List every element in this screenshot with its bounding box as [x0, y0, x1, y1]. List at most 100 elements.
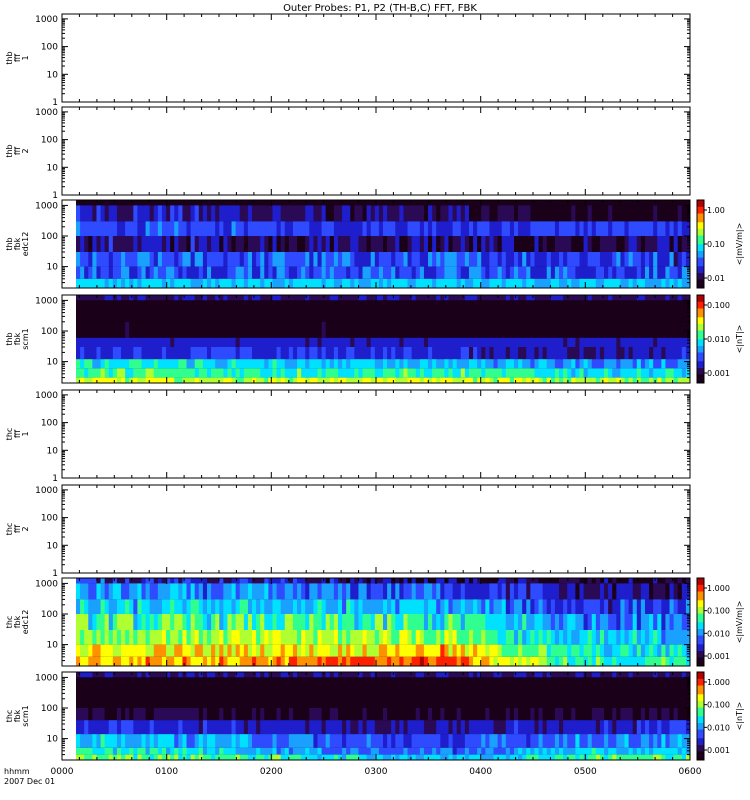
spectrogram-cell	[370, 630, 376, 645]
spectrogram-cell	[669, 321, 675, 338]
colorbar-swatch	[697, 639, 704, 643]
spectrogram-cell	[628, 377, 634, 383]
spectrogram-cell	[423, 677, 429, 708]
spectrogram-cell	[141, 672, 146, 678]
spectrogram-cell	[612, 359, 617, 369]
spectrogram-cell	[174, 614, 179, 630]
spectrogram-cell	[280, 266, 286, 279]
spectrogram-cell	[288, 578, 294, 584]
spectrogram-cell	[112, 599, 118, 614]
spectrogram-cell	[333, 708, 339, 721]
spectrogram-cell	[477, 252, 482, 267]
spectrogram-cell	[362, 578, 368, 584]
spectrogram-cell	[121, 205, 126, 222]
spectrogram-cell	[444, 599, 449, 614]
spectrogram-cell	[280, 236, 286, 252]
spectrogram-cell	[243, 644, 249, 657]
spectrogram-cell	[137, 630, 142, 645]
spectrogram-thc-fbk-edc12	[76, 578, 691, 666]
spectrogram-cell	[391, 677, 396, 708]
spectrogram-cell	[612, 266, 617, 279]
spectrogram-cell	[628, 278, 634, 288]
spectrogram-cell	[432, 720, 437, 735]
spectrogram-cell	[513, 205, 519, 222]
spectrogram-cell	[468, 583, 474, 600]
spectrogram-cell	[194, 252, 200, 267]
spectrogram-cell	[354, 368, 359, 378]
spectrogram-cell	[542, 368, 548, 378]
spectrogram-cell	[522, 205, 527, 222]
spectrogram-cell	[227, 278, 232, 288]
spectrogram-cell	[325, 644, 331, 657]
spectrogram-cell	[337, 337, 343, 347]
spectrogram-cell	[260, 347, 265, 360]
spectrogram-cell	[460, 347, 466, 360]
spectrogram-cell	[321, 337, 327, 347]
spectrogram-cell	[333, 252, 339, 267]
spectrogram-cell	[292, 359, 298, 369]
spectrogram-cell	[587, 578, 593, 584]
spectrogram-cell	[411, 236, 417, 252]
spectrogram-cell	[395, 236, 400, 252]
spectrogram-cell	[473, 368, 478, 378]
spectrogram-cell	[190, 644, 196, 657]
spectrogram-cell	[206, 321, 212, 338]
spectrogram-cell	[342, 583, 347, 600]
spectrogram-cell	[399, 377, 404, 383]
spectrogram-cell	[538, 644, 544, 657]
spectrogram-cell	[440, 236, 445, 252]
spectrogram-cell	[456, 583, 462, 600]
spectrogram-cell	[264, 200, 269, 206]
spectrogram-cell	[378, 644, 384, 657]
spectrogram-cell	[546, 221, 552, 236]
spectrogram-cell	[432, 377, 437, 383]
spectrogram-cell	[80, 221, 85, 236]
spectrogram-cell	[333, 377, 339, 383]
spectrogram-cell	[88, 656, 93, 666]
spectrogram-cell	[620, 656, 625, 666]
spectrogram-cell	[395, 221, 400, 236]
spectrogram-cell	[116, 300, 122, 322]
spectrogram-cell	[595, 578, 601, 584]
spectrogram-cell	[415, 221, 421, 236]
spectrogram-cell	[215, 252, 220, 267]
spectrogram-cell	[563, 252, 568, 267]
spectrogram-cell	[374, 221, 380, 236]
colorbar-swatch	[697, 374, 704, 377]
spectrogram-cell	[624, 321, 629, 338]
spectrogram-cell	[268, 295, 273, 301]
spectrogram-cell	[108, 266, 114, 279]
spectrogram-cell	[370, 377, 376, 383]
spectrogram-cell	[88, 644, 93, 657]
spectrogram-cell	[235, 359, 241, 369]
spectrogram-cell	[170, 656, 175, 666]
spectrogram-cell	[329, 252, 335, 267]
spectrogram-cell	[448, 708, 453, 721]
spectrogram-cell	[513, 677, 519, 708]
colorbar-swatch	[697, 655, 704, 658]
spectrogram-cell	[186, 200, 192, 206]
spectrogram-cell	[473, 720, 478, 735]
spectrogram-cell	[333, 644, 339, 657]
spectrogram-cell	[432, 252, 437, 267]
spectrogram-cell	[317, 300, 322, 322]
spectrogram-cell	[665, 295, 670, 301]
spectrogram-cell	[649, 614, 654, 630]
spectrogram-cell	[387, 644, 392, 657]
spectrogram-cell	[297, 221, 302, 236]
spectrogram-cell	[456, 321, 462, 338]
spectrogram-cell	[583, 630, 589, 645]
spectrogram-cell	[190, 677, 196, 708]
spectrogram-cell	[464, 347, 470, 360]
spectrogram-cell	[149, 644, 155, 657]
spectrogram-cell	[346, 368, 351, 378]
spectrogram-cell	[272, 295, 277, 301]
spectrogram-cell	[493, 200, 499, 206]
spectrogram-cell	[366, 630, 372, 645]
spectrogram-cell	[440, 278, 445, 288]
spectrogram-cell	[612, 205, 617, 222]
spectrogram-cell	[485, 672, 490, 678]
spectrogram-cell	[133, 656, 138, 666]
spectrogram-cell	[198, 614, 204, 630]
spectrogram-cell	[215, 300, 220, 322]
